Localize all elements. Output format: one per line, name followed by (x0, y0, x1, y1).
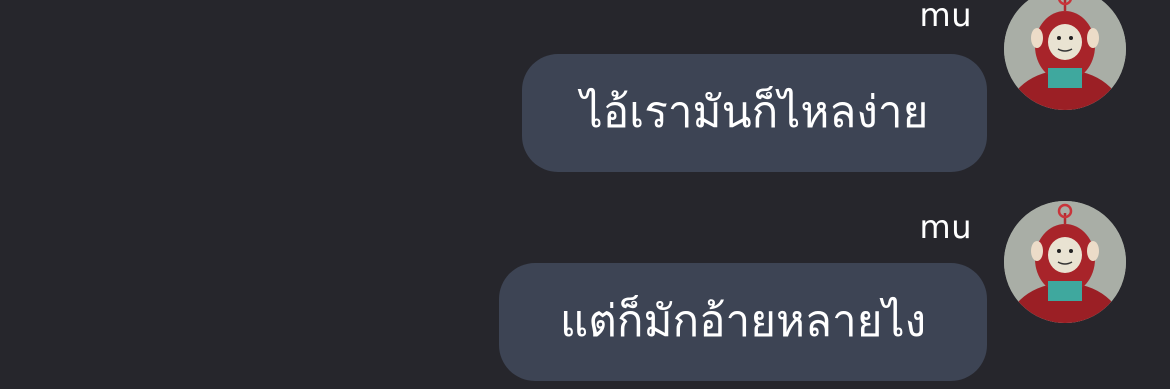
avatar[interactable] (1004, 0, 1126, 110)
chat-message: mu แต่ก็มักอ้ายหลายไง (0, 201, 1170, 389)
message-bubble[interactable]: ไอ้เรามันก็ไหลง่าย (522, 54, 987, 172)
avatar[interactable] (1004, 201, 1126, 323)
sender-name: mu (919, 208, 972, 246)
sender-name: mu (919, 0, 972, 34)
teletubby-po-avatar-icon (1004, 0, 1126, 110)
chat-thread: mu ไอ้เรามันก็ไหลง่าย mu แต่ก็มักอ้ายหลา… (0, 0, 1170, 389)
chat-message: mu ไอ้เรามันก็ไหลง่าย (0, 0, 1170, 180)
teletubby-po-avatar-icon (1004, 201, 1126, 323)
message-bubble[interactable]: แต่ก็มักอ้ายหลายไง (499, 263, 987, 381)
